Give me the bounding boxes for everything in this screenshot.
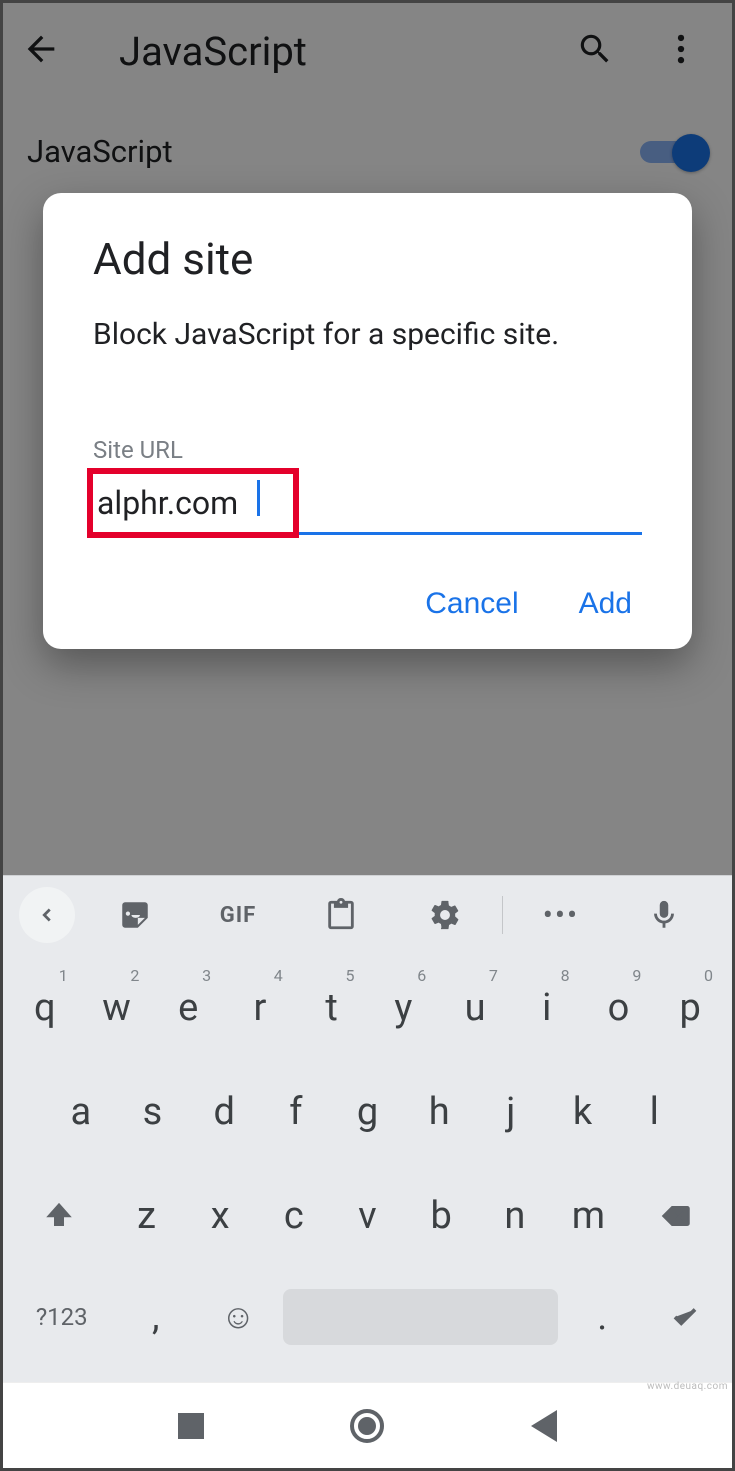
add-button[interactable]: Add [579,587,632,621]
dialog-title: Add site [93,233,642,285]
backspace-key[interactable] [628,1170,723,1262]
text-caret [257,480,260,516]
key-y[interactable]: y6 [371,962,437,1054]
key-t[interactable]: t5 [299,962,365,1054]
key-g[interactable]: g [335,1066,401,1158]
key-u[interactable]: u7 [442,962,508,1054]
key-p[interactable]: p0 [657,962,723,1054]
keyboard-row-3: zxcvbnm [9,1170,726,1262]
key-q[interactable]: q1 [12,962,78,1054]
keyboard-suggestion-bar: GIF ••• [3,876,732,954]
comma-key[interactable]: , [117,1274,194,1360]
key-a[interactable]: a [48,1066,114,1158]
gif-button[interactable]: GIF [186,903,289,928]
key-o[interactable]: o9 [586,962,652,1054]
nav-back[interactable] [524,1406,564,1446]
soft-keyboard: GIF ••• q1w2e3r4t5y6u7i8o9p0 asdfghjkl z… [3,875,732,1382]
more-dots-icon[interactable]: ••• [509,898,612,933]
key-n[interactable]: n [481,1170,549,1262]
key-s[interactable]: s [120,1066,186,1158]
keyboard-row-2: asdfghjkl [9,1066,726,1158]
cancel-button[interactable]: Cancel [425,587,518,621]
symbols-toggle-key[interactable]: ?123 [12,1274,111,1360]
enter-key[interactable] [646,1274,723,1360]
key-i[interactable]: i8 [514,962,580,1054]
key-e[interactable]: e3 [155,962,221,1054]
settings-gear-icon[interactable] [393,898,496,932]
nav-recent-apps[interactable] [171,1406,211,1446]
dialog-body: Block JavaScript for a specific site. [93,315,642,356]
key-r[interactable]: r4 [227,962,293,1054]
key-z[interactable]: z [113,1170,181,1262]
key-j[interactable]: j [478,1066,544,1158]
period-key[interactable]: . [564,1274,641,1360]
nav-home[interactable] [347,1406,387,1446]
keyboard-collapse-icon[interactable] [19,887,75,943]
sticker-icon[interactable] [83,898,186,932]
key-x[interactable]: x [186,1170,254,1262]
clipboard-icon[interactable] [290,898,393,932]
mic-icon[interactable] [613,898,716,932]
keyboard-row-1: q1w2e3r4t5y6u7i8o9p0 [9,962,726,1054]
key-b[interactable]: b [407,1170,475,1262]
key-f[interactable]: f [263,1066,329,1158]
key-m[interactable]: m [555,1170,623,1262]
key-d[interactable]: d [191,1066,257,1158]
add-site-dialog: Add site Block JavaScript for a specific… [43,193,692,649]
keyboard-row-4: ?123 , ☺ . [9,1274,726,1360]
android-nav-bar [3,1382,732,1468]
key-w[interactable]: w2 [84,962,150,1054]
emoji-key[interactable]: ☺ [200,1274,277,1360]
key-k[interactable]: k [550,1066,616,1158]
space-key[interactable] [283,1274,558,1360]
site-url-label: Site URL [93,436,642,464]
site-url-input[interactable] [93,478,642,535]
key-v[interactable]: v [334,1170,402,1262]
key-h[interactable]: h [406,1066,472,1158]
key-l[interactable]: l [621,1066,687,1158]
shift-key[interactable] [12,1170,107,1262]
watermark: www.deuaq.com [647,1381,728,1392]
key-c[interactable]: c [260,1170,328,1262]
keyboard-separator [502,896,503,934]
